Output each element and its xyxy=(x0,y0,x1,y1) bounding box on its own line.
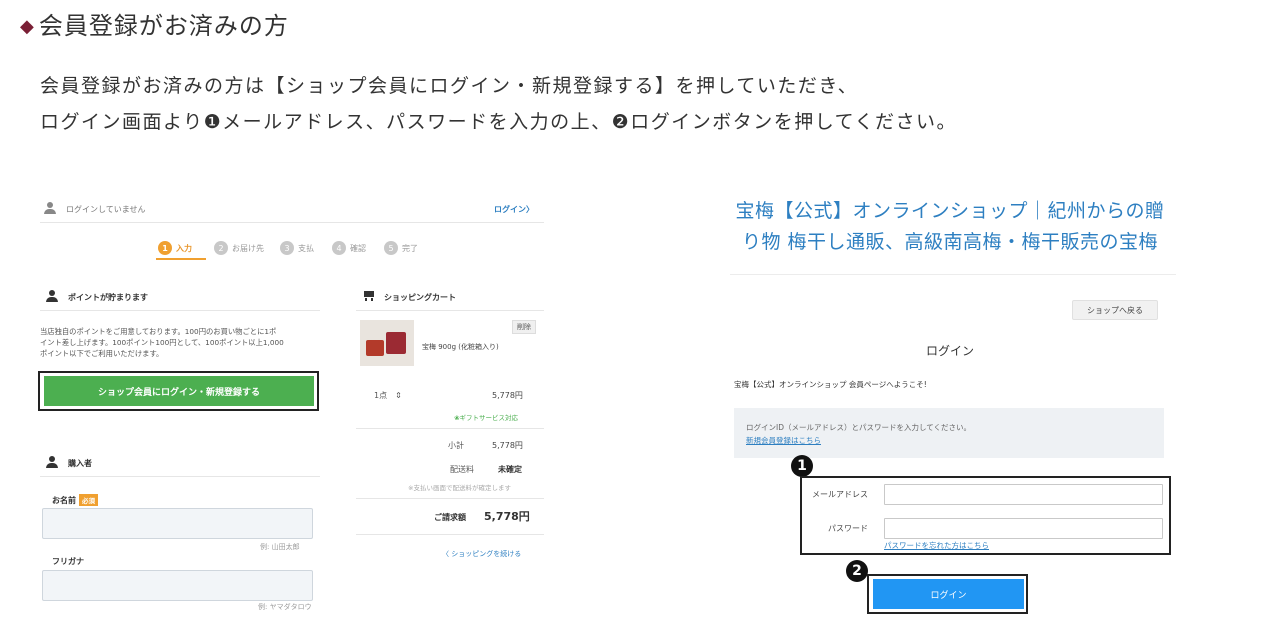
step-input: 1 入力 xyxy=(158,240,192,256)
divider xyxy=(356,498,544,499)
step-delivery: 2 お届け先 xyxy=(214,240,264,256)
product-image xyxy=(360,320,414,366)
info-box: ログインID（メールアドレス）とパスワードを入力してください。 新規会員登録はこ… xyxy=(734,408,1164,458)
user-icon xyxy=(46,290,58,302)
member-login-register-button[interactable]: ショップ会員にログイン・新規登録する xyxy=(44,376,314,406)
shipping-value: 未確定 xyxy=(498,465,522,474)
item-price: 5,778円 xyxy=(492,391,523,400)
delete-button[interactable]: 削除 xyxy=(512,320,536,334)
password-input[interactable] xyxy=(884,518,1163,539)
name-example: 例: 山田太郎 xyxy=(260,543,300,551)
back-to-shop-button[interactable]: ショップへ戻る xyxy=(1072,300,1158,320)
divider xyxy=(730,274,1176,275)
login-heading: ログイン xyxy=(925,344,974,358)
marker-1-icon: 1 xyxy=(791,455,813,477)
marker-2-icon: 2 xyxy=(846,560,868,582)
kana-example: 例: ヤマダタロウ xyxy=(258,603,312,611)
kana-input[interactable] xyxy=(42,570,313,601)
step-payment: 3 支払 xyxy=(280,240,314,256)
divider xyxy=(356,428,544,429)
product-name: 宝梅 900g (化粧箱入り) xyxy=(422,343,499,351)
name-input[interactable] xyxy=(42,508,313,539)
divider xyxy=(40,476,320,477)
shipping-note: ※支払い画面で配送料が確定します xyxy=(408,484,511,492)
welcome-text: 宝梅【公式】オンラインショップ 会員ページへようこそ! xyxy=(734,380,927,389)
active-step-indicator xyxy=(156,258,206,260)
email-input[interactable] xyxy=(884,484,1163,505)
gift-note: ❀ギフトサービス対応 xyxy=(454,414,518,422)
password-label: パスワード xyxy=(828,524,868,533)
shop-title: 宝梅【公式】オンラインショップ｜紀州からの贈 り物 梅干し通販、高級南高梅・梅干… xyxy=(735,200,1165,253)
required-badge: 必須 xyxy=(79,494,98,506)
login-status: ログインしていません xyxy=(66,205,146,214)
divider xyxy=(356,310,544,311)
new-member-register-link[interactable]: 新規会員登録はこちら xyxy=(746,435,821,446)
step-complete: 5 完了 xyxy=(384,240,418,256)
diamond-marker-icon: ◆ xyxy=(20,16,35,37)
name-label: お名前 必須 xyxy=(52,494,98,506)
instruction-line-1: 会員登録がお済みの方は【ショップ会員にログイン・新規登録する】を押していただき、 xyxy=(40,75,859,97)
user-icon xyxy=(46,456,58,468)
points-description: 当店独自のポイントをご用意しております。100円のお買い物ごとに1ポ イント差し… xyxy=(40,327,284,358)
kana-label: フリガナ xyxy=(52,557,84,566)
step-confirm: 4 確認 xyxy=(332,240,366,256)
email-label: メールアドレス xyxy=(812,490,868,499)
divider xyxy=(40,310,320,311)
buyer-title: 購入者 xyxy=(68,459,92,468)
info-text: ログインID（メールアドレス）とパスワードを入力してください。 xyxy=(746,423,972,432)
shipping-label: 配送料 xyxy=(450,465,474,474)
cart-title: ショッピングカート xyxy=(384,293,456,302)
subtotal-value: 5,778円 xyxy=(492,441,523,450)
cart-icon xyxy=(362,291,374,301)
total-value: 5,778円 xyxy=(484,510,530,523)
login-link[interactable]: ログイン〉 xyxy=(494,204,534,215)
cart-page-screenshot: ログインしていません ログイン〉 1 入力 2 お届け先 3 支払 4 確認 5 完了 ポ… xyxy=(38,194,544,620)
user-icon xyxy=(44,202,56,214)
login-button[interactable]: ログイン xyxy=(873,579,1024,609)
divider xyxy=(356,534,544,535)
updown-icon: ⇕ xyxy=(395,391,402,400)
instruction-line-2: ログイン画面より❶メールアドレス、パスワードを入力の上、❷ログインボタンを押して… xyxy=(40,111,958,133)
divider xyxy=(40,222,544,223)
login-page-screenshot: 宝梅【公式】オンラインショップ｜紀州からの贈 り物 梅干し通販、高級南高梅・梅干… xyxy=(690,194,1270,620)
heading-text: 会員登録がお済みの方 xyxy=(38,12,289,40)
continue-shopping-link[interactable]: 〈 ショッピングを続ける xyxy=(442,549,521,559)
section-heading: ◆ 会員登録がお済みの方 xyxy=(20,6,289,41)
instructions: 会員登録がお済みの方は【ショップ会員にログイン・新規登録する】を押していただき、… xyxy=(40,68,957,140)
subtotal-label: 小計 xyxy=(448,441,464,450)
quantity-select[interactable]: 1点 ⇕ xyxy=(374,390,402,401)
forgot-password-link[interactable]: パスワードを忘れた方はこちら xyxy=(884,540,989,551)
total-label: ご請求額 xyxy=(434,513,466,522)
points-title: ポイントが貯まります xyxy=(68,293,148,302)
